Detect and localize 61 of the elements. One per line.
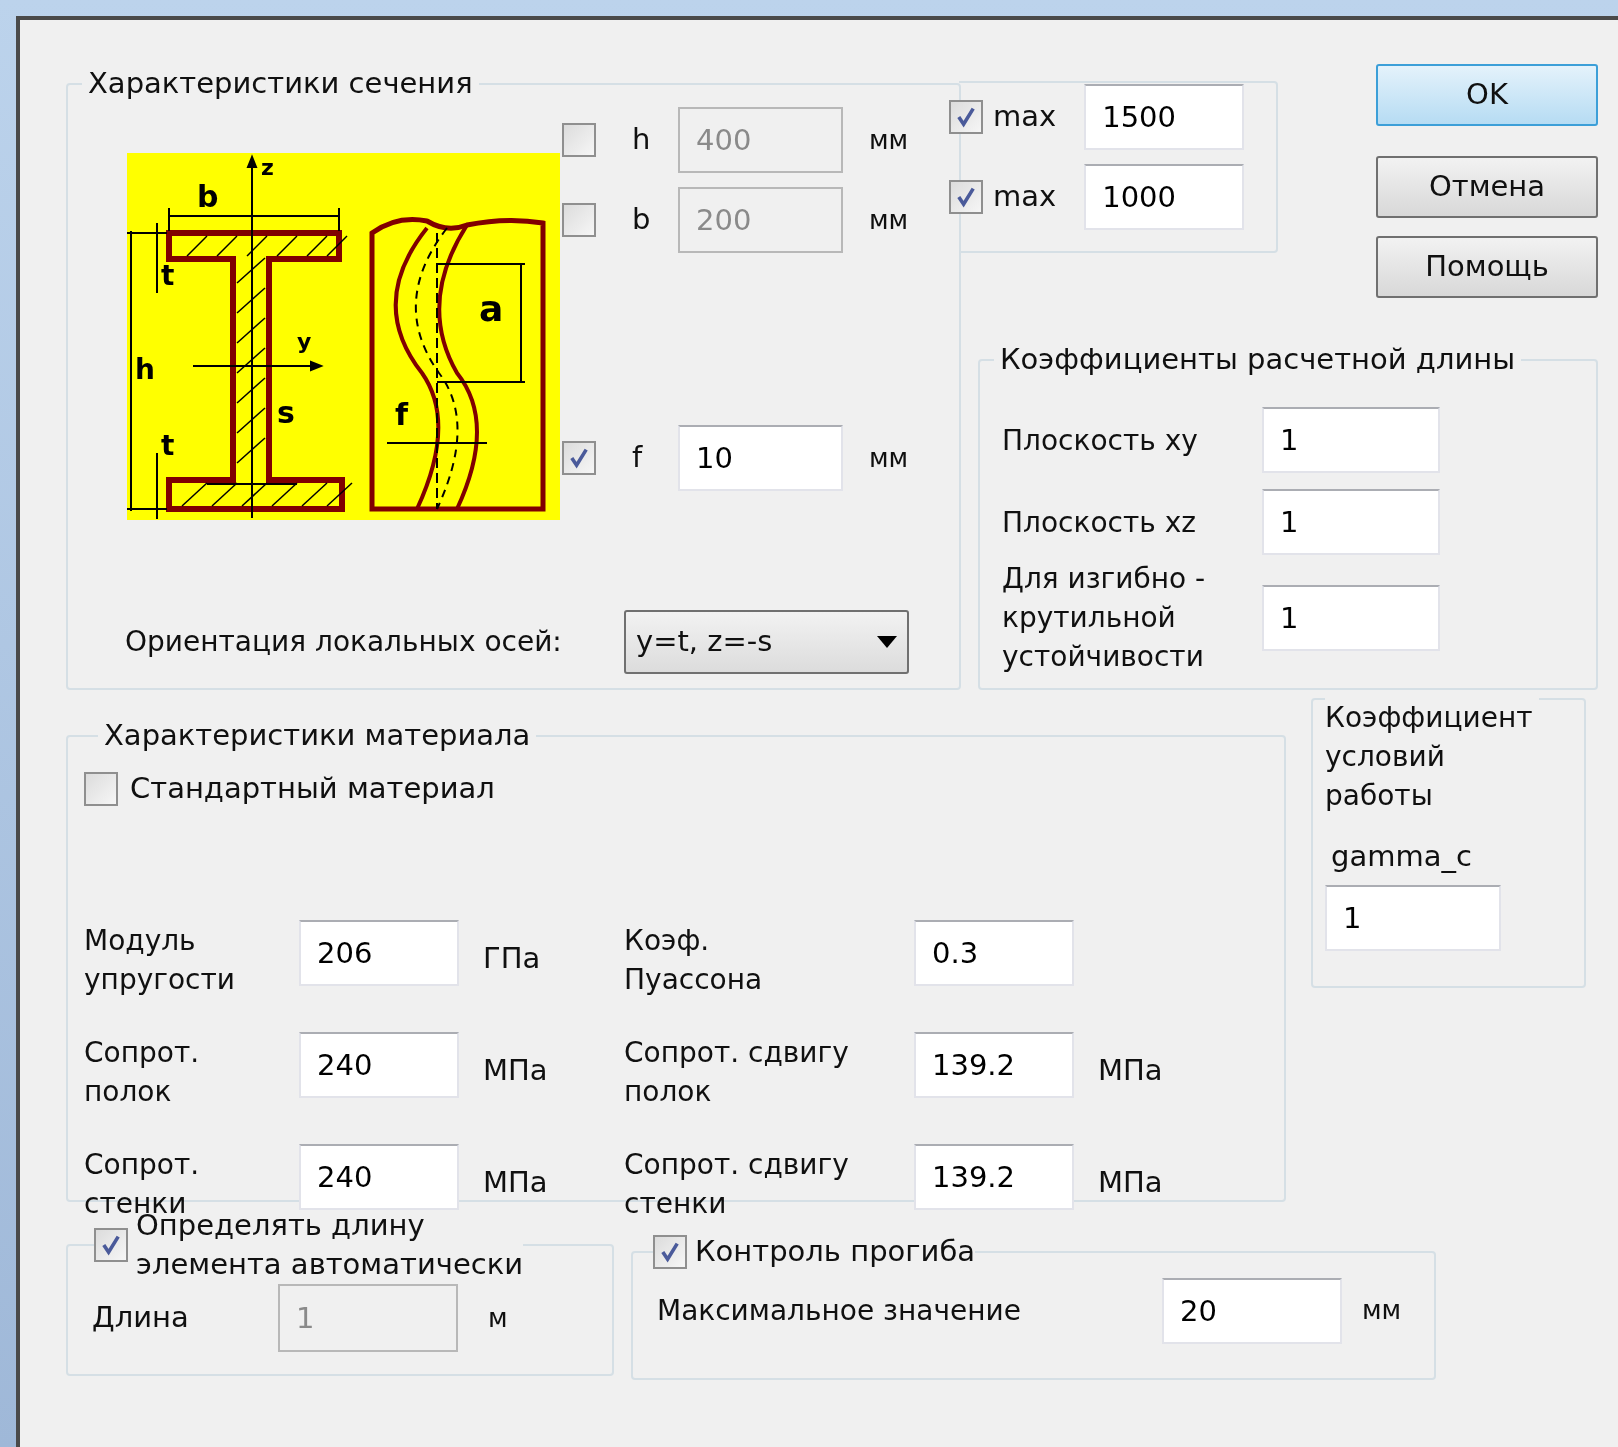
input-field[interactable]: 1 <box>1262 407 1440 473</box>
dimension-label: y <box>297 329 312 354</box>
dimension-label: b <box>197 179 219 214</box>
unit-label: мм <box>1362 1294 1402 1327</box>
unit-label: МПа <box>1098 1164 1163 1199</box>
unit-label: м <box>488 1301 508 1335</box>
input-field[interactable]: 240 <box>299 1031 459 1098</box>
unit-label: МПа <box>1098 1052 1163 1087</box>
input-field[interactable]: 139.2 <box>914 1143 1074 1210</box>
checkbox[interactable] <box>653 1234 687 1269</box>
dimension-label: h <box>135 353 155 386</box>
dimension-label: a <box>479 288 504 329</box>
unit-label: МПа <box>483 1164 548 1199</box>
checkbox[interactable] <box>84 771 118 806</box>
max-label: max <box>993 178 1057 216</box>
group-title: Характеристики материала <box>103 717 532 754</box>
property-label: Сопрот. полок <box>84 1034 201 1110</box>
parameter-label: h <box>631 121 652 159</box>
length-label: Длина <box>92 1299 190 1337</box>
property-label: Сопрот. сдвигу стенки <box>624 1146 850 1222</box>
coefficient-label: Плоскость xz <box>1001 504 1197 541</box>
unit-label: мм <box>869 203 909 237</box>
gamma-label: gamma_c <box>1331 838 1473 875</box>
unit-label: мм <box>869 123 909 157</box>
dialog-button[interactable]: OK <box>1376 64 1598 126</box>
max-value-label: Максимальное значение <box>657 1292 1022 1329</box>
property-label: Модуль упругости <box>84 922 236 998</box>
property-label: Коэф. Пуассона <box>624 922 764 998</box>
max-label: max <box>993 98 1057 136</box>
dimension-label: f <box>395 397 409 432</box>
parameter-label: b <box>631 201 652 239</box>
dropdown-arrow-icon <box>877 636 897 648</box>
unit-label: ГПа <box>483 940 541 975</box>
unit-label: МПа <box>483 1052 548 1087</box>
input-field[interactable]: 1 <box>1325 884 1501 951</box>
group-title: Коэффициенты расчетной длины <box>999 341 1517 378</box>
dimension-label: t <box>161 259 175 292</box>
orientation-dropdown[interactable]: y=t, z=-s <box>624 610 909 674</box>
coefficient-label: Для изгибно - крутильной устойчивости <box>1001 561 1207 675</box>
dialog-button[interactable]: Отмена <box>1376 156 1598 218</box>
dialog-button[interactable]: Помощь <box>1376 236 1598 298</box>
checkbox[interactable] <box>562 441 596 475</box>
dimension-label: z <box>261 155 274 180</box>
input-field[interactable]: 20 <box>1162 1277 1342 1344</box>
orientation-label: Ориентация локальных осей: <box>125 624 562 660</box>
input-field[interactable]: 139.2 <box>914 1031 1074 1098</box>
checkbox-label: Контроль прогиба <box>695 1233 976 1270</box>
dimension-label: t <box>161 429 175 462</box>
checkbox-label: Стандартный материал <box>130 770 495 807</box>
input-field[interactable]: 240 <box>299 1143 459 1210</box>
input-field[interactable]: 206 <box>299 919 459 986</box>
dimension-label: s <box>277 395 295 430</box>
unit-label: мм <box>869 441 909 475</box>
input-field[interactable]: 0.3 <box>914 919 1074 986</box>
group-title: Характеристики сечения <box>87 65 474 102</box>
property-label: Сопрот. сдвигу полок <box>624 1034 850 1110</box>
parameter-label: f <box>631 439 644 477</box>
input-field[interactable]: 1 <box>1262 489 1440 555</box>
coefficient-label: Плоскость xy <box>1001 422 1199 459</box>
input-field[interactable]: 10 <box>678 425 843 491</box>
input-field[interactable]: 1 <box>1262 584 1440 651</box>
